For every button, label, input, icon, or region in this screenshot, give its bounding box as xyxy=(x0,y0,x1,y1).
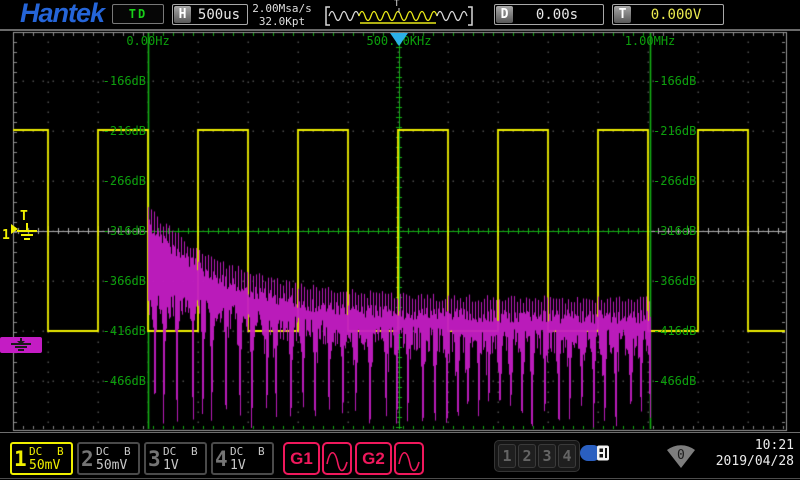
bottombar: 1 DC B 50mV 2 DC B 50mV 3 DC B 1V 4 DC B… xyxy=(0,432,800,480)
db-label-right-1: -166dB xyxy=(653,74,743,88)
delay-icon: D xyxy=(496,6,513,23)
db-label-right-7: -466dB xyxy=(653,374,743,388)
db-label-left-3: -266dB xyxy=(56,174,146,188)
channel3-button[interactable]: 3 DC B 1V xyxy=(144,442,207,475)
channel2-button[interactable]: 2 DC B 50mV xyxy=(77,442,140,475)
channel1-zero-marker[interactable]: 1 xyxy=(2,221,44,247)
bottom-divider xyxy=(0,478,800,479)
db-label-left-4: -316dB xyxy=(56,224,146,238)
channel1-bandwidth: B xyxy=(57,445,64,458)
freq-label-start: 0.00Hz xyxy=(126,34,169,48)
db-label-right-4: -316dB xyxy=(653,224,743,238)
channel3-coupling: DC xyxy=(163,445,176,458)
clock: 10:21 2019/04/28 xyxy=(674,438,794,470)
db-label-right-2: -216dB xyxy=(653,124,743,138)
horizontal-icon: H xyxy=(174,6,191,23)
db-label-left-6: -416dB xyxy=(56,324,146,338)
freq-label-end: 1.00MHz xyxy=(625,34,676,48)
digit-button-2[interactable]: 2 xyxy=(518,444,536,468)
channel4-bandwidth: B xyxy=(258,445,265,458)
db-label-right-3: -266dB xyxy=(653,174,743,188)
ground-arrow-icon xyxy=(10,221,44,247)
sample-rate-readout: 2.00Msa/s 32.0Kpt xyxy=(246,2,318,28)
db-label-right-6: -416dB xyxy=(653,324,743,338)
digit-button-4[interactable]: 4 xyxy=(558,444,576,468)
trigger-level-readout: T 0.000V xyxy=(612,4,724,25)
db-label-right-5: -366dB xyxy=(653,274,743,288)
generator2-sine-icon xyxy=(394,442,424,475)
channel1-button[interactable]: 1 DC B 50mV xyxy=(10,442,73,475)
channel2-number: 2 xyxy=(81,447,94,471)
channel4-number: 4 xyxy=(215,447,228,471)
timebase-readout: H 500us xyxy=(172,4,248,25)
generator1-button[interactable]: G1 xyxy=(283,442,352,475)
trigger-status-badge: TD xyxy=(112,4,164,24)
channel2-bandwidth: B xyxy=(124,445,131,458)
thumb-trigger-marker: T xyxy=(394,0,399,9)
oscilloscope-ui: { "topbar": { "logo": "Hantek", "trigger… xyxy=(0,0,800,480)
scope-screen-canvas xyxy=(0,0,800,480)
channel1-marker-label: 1 xyxy=(2,228,10,243)
time-value: 10:21 xyxy=(674,438,794,454)
digit-button-1[interactable]: 1 xyxy=(498,444,516,468)
math-ground-icon xyxy=(6,338,36,352)
timebase-value: 500us xyxy=(192,7,246,23)
db-label-left-1: -166dB xyxy=(56,74,146,88)
channel4-scale: 1V xyxy=(230,458,246,473)
channel2-coupling: DC xyxy=(96,445,109,458)
channel3-bandwidth: B xyxy=(191,445,198,458)
generator1-label: G1 xyxy=(283,442,320,475)
channel2-scale: 50mV xyxy=(96,458,127,473)
channel4-coupling: DC xyxy=(230,445,243,458)
channel1-number: 1 xyxy=(14,447,27,471)
date-value: 2019/04/28 xyxy=(674,454,794,470)
channel4-button[interactable]: 4 DC B 1V xyxy=(211,442,274,475)
waveform-position-thumbnail[interactable]: T xyxy=(322,2,476,28)
db-label-left-5: -366dB xyxy=(56,274,146,288)
db-label-left-7: -466dB xyxy=(56,374,146,388)
trigger-icon: T xyxy=(614,6,631,23)
generator2-label: G2 xyxy=(355,442,392,475)
memory-depth-value: 32.0Kpt xyxy=(246,15,318,28)
channel3-scale: 1V xyxy=(163,458,179,473)
digit-button-group: 1 2 3 4 xyxy=(494,440,580,472)
delay-value: 0.00s xyxy=(514,7,600,23)
brand-logo: Hantek xyxy=(20,0,104,29)
usb-device-icon xyxy=(580,443,612,467)
generator1-sine-icon xyxy=(322,442,352,475)
math-fft-channel-marker[interactable] xyxy=(0,337,42,353)
sample-rate-value: 2.00Msa/s xyxy=(246,2,318,15)
digit-button-3[interactable]: 3 xyxy=(538,444,556,468)
channel1-coupling: DC xyxy=(29,445,42,458)
topbar: Hantek TD H 500us 2.00Msa/s 32.0Kpt T D … xyxy=(0,0,800,31)
trigger-level-value: 0.000V xyxy=(632,7,720,23)
channel1-scale: 50mV xyxy=(29,458,60,473)
db-label-left-2: -216dB xyxy=(56,124,146,138)
generator2-button[interactable]: G2 xyxy=(355,442,424,475)
fft-center-marker-icon[interactable] xyxy=(390,33,408,46)
channel3-number: 3 xyxy=(148,447,161,471)
delay-readout: D 0.00s xyxy=(494,4,604,25)
